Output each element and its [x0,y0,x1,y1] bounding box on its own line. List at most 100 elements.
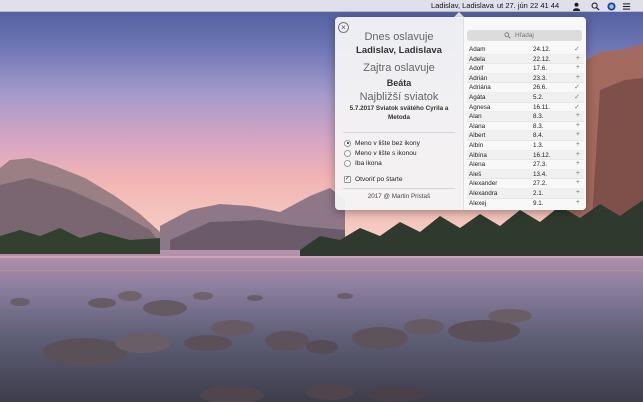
list-item[interactable]: Albín 1.3. + [467,141,584,151]
add-icon[interactable]: + [576,122,580,129]
list-item[interactable]: Albert 8.4. + [467,131,584,141]
name-cell: Adrián [469,74,488,82]
name-cell: Alana [469,122,486,130]
option-name-with-icon[interactable]: Meno v lište s ikonou [344,148,417,158]
date-cell: 22.12. [533,55,551,63]
divider [343,188,455,189]
list-item[interactable]: Alexej 9.1. + [467,199,584,208]
today-names: Ladislav, Ladislava [356,45,442,56]
date-cell: 8.3. [533,122,544,130]
date-cell: 13.4. [533,170,548,178]
date-cell: 23.3. [533,74,548,82]
date-cell: 5.2. [533,93,544,101]
name-cell: Albín [469,141,484,149]
divider [343,132,455,133]
name-cell: Agáta [469,93,486,101]
date-cell: 27.3. [533,161,548,169]
option-name-without-icon[interactable]: Meno v lište bez ikony [344,138,420,148]
date-cell: 24.12. [533,46,551,53]
name-cell: Alexandra [469,189,498,197]
check-icon[interactable]: ✓ [574,93,580,101]
name-cell: Alexej [469,199,487,207]
list-item[interactable]: Adolf 17.6. + [467,64,584,74]
search-input[interactable] [467,30,582,41]
date-cell: 27.2. [533,180,548,188]
name-cell: Adolf [469,65,484,73]
list-item[interactable]: Agnesa 16.11. ✓ [467,103,584,113]
search-icon[interactable] [590,1,600,11]
list-item[interactable]: Agáta 5.2. ✓ [467,93,584,103]
siri-icon[interactable] [606,1,616,11]
date-cell: 16.11. [533,103,551,111]
tomorrow-name: Beáta [386,78,412,88]
add-icon[interactable]: + [576,74,580,81]
list-item[interactable]: Adam 24.12. ✓ [467,45,584,55]
add-icon[interactable]: + [576,131,580,138]
add-icon[interactable]: + [576,179,580,186]
menu-bar: Ladislav, Ladislava ut 27. jún 22 41 44 [0,0,643,12]
radio-button[interactable] [344,159,351,167]
list-item[interactable]: Aleš 13.4. + [467,170,584,180]
name-cell: Alan [469,113,482,121]
list-item[interactable]: Albína 16.12. + [467,151,584,161]
check-icon[interactable]: ✓ [574,45,580,53]
date-cell: 9.1. [533,199,544,207]
name-cell: Agnesa [469,103,491,111]
list-item[interactable]: Adela 22.12. + [467,55,584,65]
holiday-label: Najbližší sviatok [359,91,439,103]
search-field-icon [504,32,511,39]
add-icon[interactable]: + [576,160,580,167]
name-cell: Aleš [469,170,482,178]
names-pane: Adam24.12.✓Adela22.12.+Adolf17.6.+Adrián… [463,17,586,210]
check-icon[interactable]: ✓ [574,83,580,91]
radio-button[interactable] [344,149,351,157]
check-icon[interactable]: ✓ [574,103,580,111]
list-item[interactable]: Alan 8.3. + [467,112,584,122]
menubar-nameday-item[interactable]: Ladislav, Ladislava [431,1,494,11]
date-cell: 8.4. [533,132,544,140]
list-item[interactable]: Adrián 23.3. + [467,74,584,84]
list-item[interactable]: Adriána 26.6. ✓ [467,83,584,93]
date-cell: 17.6. [533,65,548,73]
list-item[interactable]: Alexander 27.2. + [467,179,584,189]
name-cell: Albert [469,132,486,140]
list-item[interactable]: Alena 27.3. + [467,160,584,170]
date-cell: 2.1. [533,189,544,197]
user-icon[interactable] [571,1,581,11]
name-cell: Adela [469,55,486,63]
names-list[interactable]: Adam 24.12. ✓ Adela 22.12. + Adolf 17.6. + Adrián… [467,45,584,207]
option-icon-only[interactable]: Iba ikona [344,158,382,168]
add-icon[interactable]: + [576,64,580,71]
date-cell: 8.3. [533,113,544,121]
option-label: Iba ikona [355,159,382,167]
list-item[interactable]: Alana 8.3. + [467,122,584,132]
tomorrow-label: Zajtra oslavuje [363,62,435,74]
list-icon[interactable] [621,1,631,11]
add-icon[interactable]: + [576,112,580,119]
name-cell: Adam [469,46,486,53]
add-icon[interactable]: + [576,55,580,62]
checkbox-label: Otvoriť po štarte [355,175,403,183]
open-at-start-option[interactable]: ✓ Otvoriť po štarte [344,174,403,184]
date-cell: 16.12. [533,151,551,159]
radio-button[interactable] [344,139,351,147]
menubar-clock[interactable]: ut 27. jún 22 41 44 [497,1,559,11]
add-icon[interactable]: + [576,199,580,206]
add-icon[interactable]: + [576,189,580,196]
name-cell: Albína [469,151,487,159]
add-icon[interactable]: + [576,170,580,177]
list-item[interactable]: Alexandra 2.1. + [467,189,584,199]
date-cell: 1.3. [533,141,544,149]
option-label: Meno v lište s ikonou [355,149,417,157]
add-icon[interactable]: + [576,141,580,148]
name-cell: Alena [469,161,486,169]
footer-credit: 2017 @ Martin Pristaš [367,193,431,200]
info-pane: × Dnes oslavuje Ladislav, Ladislava Zajt… [335,17,463,210]
name-cell: Alexander [469,180,498,188]
add-icon[interactable]: + [576,151,580,158]
nameday-popover: × Dnes oslavuje Ladislav, Ladislava Zajt… [335,17,586,210]
holiday-text: 5.7.2017 Sviatok svätého Cyrila a Metoda [349,105,449,121]
today-label: Dnes oslavuje [364,31,434,43]
option-label: Meno v lište bez ikony [355,139,420,147]
checkbox[interactable]: ✓ [344,175,351,183]
